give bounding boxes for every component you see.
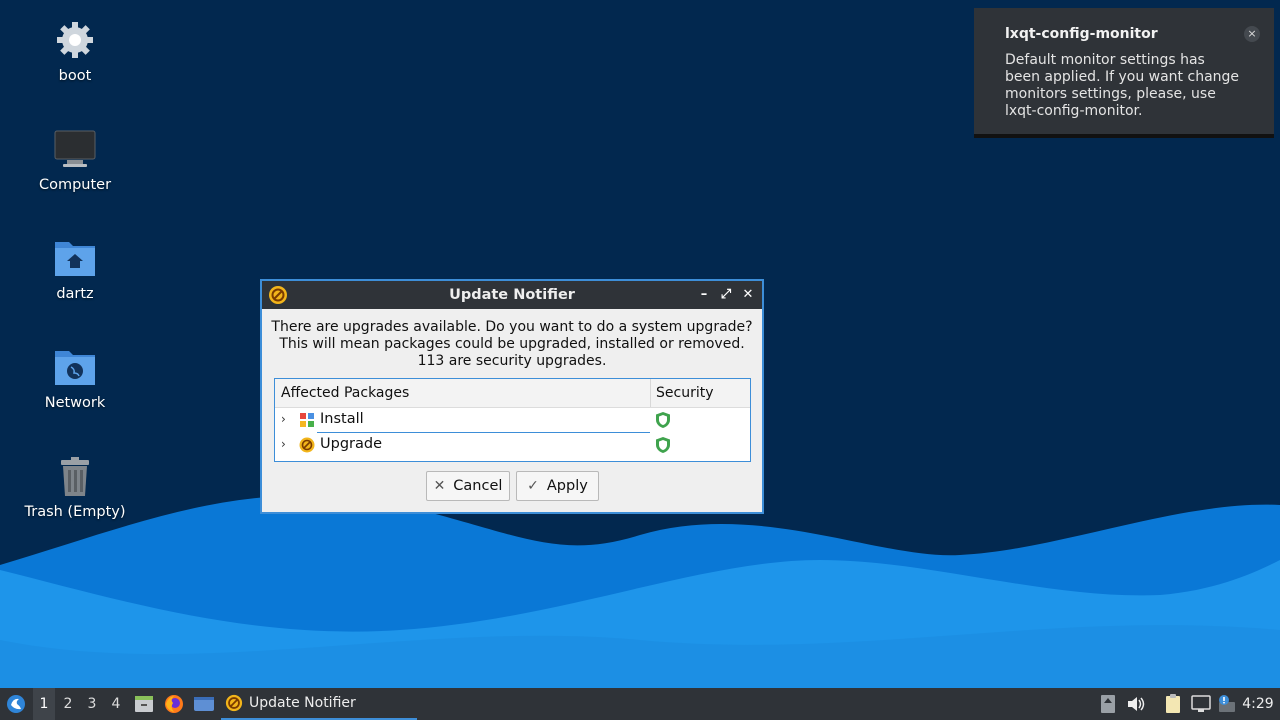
workspace-3-button[interactable]: 3 xyxy=(81,688,103,720)
firefox-icon xyxy=(165,695,183,713)
desktop-icon-label: Trash (Empty) xyxy=(24,504,126,520)
notification-title: lxqt-config-monitor xyxy=(1005,26,1158,42)
desktop-icon-boot[interactable]: boot xyxy=(20,18,130,84)
expand-arrow-icon[interactable]: › xyxy=(281,412,286,426)
cancel-button[interactable]: ✕ Cancel xyxy=(426,471,510,501)
upgrade-icon xyxy=(299,437,315,453)
update-notifier-icon xyxy=(268,285,288,305)
desktop-icon-label: Network xyxy=(44,395,106,411)
row-label: Install xyxy=(320,411,364,427)
install-packages-icon xyxy=(299,412,315,428)
clipboard-icon xyxy=(1166,694,1180,713)
dialog-titlebar[interactable]: Update Notifier – ⤢ ✕ xyxy=(262,281,762,309)
gear-icon xyxy=(53,18,97,62)
desktop-icon-label: Computer xyxy=(38,177,112,193)
home-folder-icon xyxy=(53,236,97,280)
shield-icon xyxy=(655,411,671,429)
message-line: This will mean packages could be upgrade… xyxy=(279,336,745,352)
main-menu-button[interactable] xyxy=(4,688,28,720)
apply-button[interactable]: ✓ Apply xyxy=(516,471,599,501)
tray-update-indicator[interactable] xyxy=(1098,688,1118,720)
firefox-launcher[interactable] xyxy=(163,688,185,720)
checkmark-icon: ✓ xyxy=(527,478,539,494)
desktop-icon-trash[interactable]: Trash (Empty) xyxy=(20,454,130,520)
desktop-icon-dartz[interactable]: dartz xyxy=(20,236,130,302)
column-header-security[interactable]: Security xyxy=(656,385,714,401)
monitor-icon xyxy=(53,127,97,171)
notification-popup[interactable]: lxqt-config-monitor Default monitor sett… xyxy=(974,8,1274,138)
apply-label: Apply xyxy=(546,478,588,494)
cancel-label: Cancel xyxy=(453,478,503,494)
file-cabinet-icon xyxy=(135,696,153,712)
tree-header: Affected Packages Security xyxy=(275,379,750,408)
task-label: Update Notifier xyxy=(249,695,356,711)
package-update-icon xyxy=(1101,695,1115,713)
minimize-button[interactable]: – xyxy=(696,287,712,303)
notification-close-button[interactable]: × xyxy=(1244,26,1260,42)
workspace-2-button[interactable]: 2 xyxy=(57,688,79,720)
message-line: There are upgrades available. Do you wan… xyxy=(271,319,753,335)
maximize-button[interactable]: ⤢ xyxy=(718,287,734,303)
network-folder-icon xyxy=(53,345,97,389)
workspace-4-button[interactable]: 4 xyxy=(105,688,127,720)
volume-button[interactable] xyxy=(1126,688,1146,720)
desktop-icon-label: dartz xyxy=(56,286,94,302)
update-notifier-dialog: Update Notifier – ⤢ ✕ There are upgrades… xyxy=(260,279,764,514)
info-notification-icon xyxy=(1219,695,1235,712)
desktop-icon xyxy=(194,697,214,711)
close-button[interactable]: ✕ xyxy=(740,287,756,303)
tree-row-install[interactable]: › Install xyxy=(275,408,750,433)
column-separator xyxy=(650,379,651,407)
file-manager-launcher[interactable] xyxy=(133,688,155,720)
trash-icon xyxy=(53,454,97,498)
lubuntu-logo-icon xyxy=(7,695,25,713)
network-wired-icon xyxy=(1191,695,1211,712)
workspace-1-button[interactable]: 1 xyxy=(33,688,55,720)
update-notifier-icon xyxy=(225,694,243,712)
notification-body: Default monitor settings has been applie… xyxy=(1005,52,1240,119)
desktop-icon-label: boot xyxy=(58,68,92,84)
message-line: 113 are security upgrades. xyxy=(417,353,607,369)
clipboard-button[interactable] xyxy=(1162,688,1184,720)
speaker-icon xyxy=(1128,697,1145,711)
expand-arrow-icon[interactable]: › xyxy=(281,437,286,451)
dialog-title: Update Notifier xyxy=(449,287,575,303)
shield-icon xyxy=(655,436,671,454)
notification-tray-button[interactable] xyxy=(1214,688,1238,720)
row-label: Upgrade xyxy=(320,436,382,452)
taskbar: 1 2 3 4 Update Notifier 4:29 xyxy=(0,688,1280,720)
column-header-packages[interactable]: Affected Packages xyxy=(281,385,409,401)
dialog-message: There are upgrades available. Do you wan… xyxy=(262,319,762,370)
clock[interactable]: 4:29 xyxy=(1240,688,1276,720)
cancel-x-icon: ✕ xyxy=(433,478,446,494)
affected-packages-tree[interactable]: Affected Packages Security › Install › U… xyxy=(274,378,751,462)
desktop-icon-computer[interactable]: Computer xyxy=(20,127,130,193)
taskbar-task-update-notifier[interactable]: Update Notifier xyxy=(221,688,417,720)
tree-row-upgrade[interactable]: › Upgrade xyxy=(275,433,750,458)
desktop-icon-network[interactable]: Network xyxy=(20,345,130,411)
network-status-button[interactable] xyxy=(1190,688,1212,720)
show-desktop-button[interactable] xyxy=(192,688,216,720)
